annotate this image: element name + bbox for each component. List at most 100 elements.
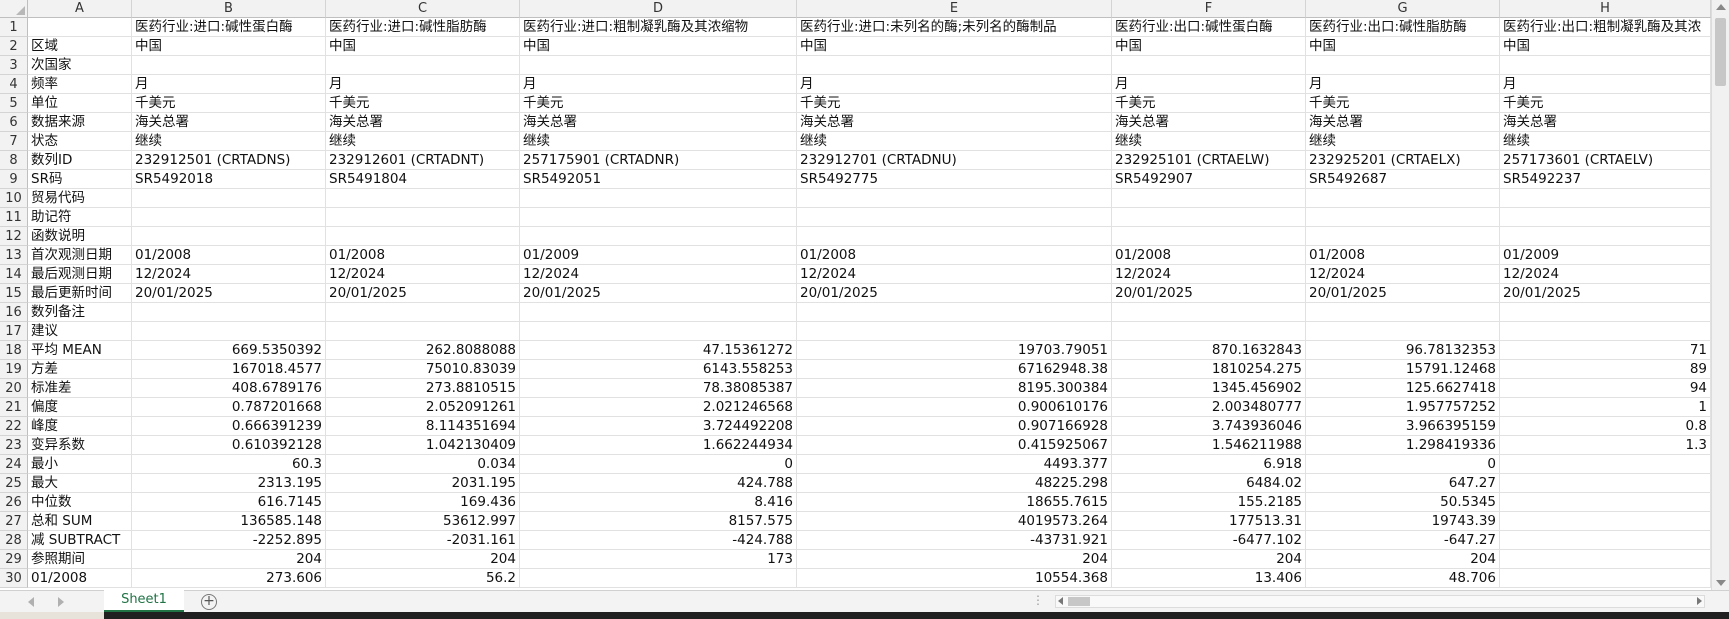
cell-h15[interactable]: 20/01/2025 [1500, 284, 1711, 303]
row-header[interactable]: 16 [0, 303, 28, 322]
cell-h29[interactable] [1500, 550, 1711, 569]
cell-b24[interactable]: 60.3 [132, 455, 326, 474]
row-header[interactable]: 6 [0, 113, 28, 132]
sheet-tab-sheet1[interactable]: Sheet1 [104, 590, 184, 612]
cell-e21[interactable]: 0.900610176 [797, 398, 1112, 417]
scroll-up-icon[interactable] [1716, 4, 1726, 10]
sheet-next-icon[interactable] [58, 597, 64, 607]
row-header[interactable]: 5 [0, 94, 28, 113]
cell-a2[interactable]: 区域 [28, 37, 132, 56]
cell-f10[interactable] [1112, 189, 1306, 208]
cell-e25[interactable]: 48225.298 [797, 474, 1112, 493]
cell-a11[interactable]: 助记符 [28, 208, 132, 227]
cell-b27[interactable]: 136585.148 [132, 512, 326, 531]
cell-f14[interactable]: 12/2024 [1112, 265, 1306, 284]
cell-a5[interactable]: 单位 [28, 94, 132, 113]
cell-f25[interactable]: 6484.02 [1112, 474, 1306, 493]
cell-b25[interactable]: 2313.195 [132, 474, 326, 493]
cell-d26[interactable]: 8.416 [520, 493, 797, 512]
cell-f19[interactable]: 1810254.275 [1112, 360, 1306, 379]
cell-b8[interactable]: 232912501 (CRTADNS) [132, 151, 326, 170]
cell-a23[interactable]: 变异系数 [28, 436, 132, 455]
cell-a4[interactable]: 频率 [28, 75, 132, 94]
cell-b21[interactable]: 0.787201668 [132, 398, 326, 417]
cell-g19[interactable]: 15791.12468 [1306, 360, 1500, 379]
cell-b2[interactable]: 中国 [132, 37, 326, 56]
cell-h30[interactable] [1500, 569, 1711, 588]
cell-f8[interactable]: 232925101 (CRTAELW) [1112, 151, 1306, 170]
cell-c16[interactable] [326, 303, 520, 322]
cell-g18[interactable]: 96.78132353 [1306, 341, 1500, 360]
cell-c30[interactable]: 56.2 [326, 569, 520, 588]
cell-f1[interactable]: 医药行业:出口:碱性蛋白酶 [1112, 18, 1306, 37]
cell-g16[interactable] [1306, 303, 1500, 322]
cell-a16[interactable]: 数列备注 [28, 303, 132, 322]
cell-b26[interactable]: 616.7145 [132, 493, 326, 512]
cell-b11[interactable] [132, 208, 326, 227]
cell-b4[interactable]: 月 [132, 75, 326, 94]
cell-a1[interactable] [28, 18, 132, 37]
row-header[interactable]: 11 [0, 208, 28, 227]
cell-b19[interactable]: 167018.4577 [132, 360, 326, 379]
cell-c17[interactable] [326, 322, 520, 341]
cell-b1[interactable]: 医药行业:进口:碱性蛋白酶 [132, 18, 326, 37]
cell-e29[interactable]: 204 [797, 550, 1112, 569]
row-header[interactable]: 17 [0, 322, 28, 341]
cell-c14[interactable]: 12/2024 [326, 265, 520, 284]
cell-e7[interactable]: 继续 [797, 132, 1112, 151]
cell-c29[interactable]: 204 [326, 550, 520, 569]
cell-g25[interactable]: 647.27 [1306, 474, 1500, 493]
cell-g14[interactable]: 12/2024 [1306, 265, 1500, 284]
cell-c8[interactable]: 232912601 (CRTADNT) [326, 151, 520, 170]
cell-c5[interactable]: 千美元 [326, 94, 520, 113]
cell-d7[interactable]: 继续 [520, 132, 797, 151]
cell-c23[interactable]: 1.042130409 [326, 436, 520, 455]
cell-b17[interactable] [132, 322, 326, 341]
cell-c18[interactable]: 262.8088088 [326, 341, 520, 360]
row-header[interactable]: 12 [0, 227, 28, 246]
cell-f23[interactable]: 1.546211988 [1112, 436, 1306, 455]
scroll-down-icon[interactable] [1716, 580, 1726, 586]
cell-d1[interactable]: 医药行业:进口:粗制凝乳酶及其浓缩物 [520, 18, 797, 37]
cell-h10[interactable] [1500, 189, 1711, 208]
cell-b18[interactable]: 669.5350392 [132, 341, 326, 360]
cell-f5[interactable]: 千美元 [1112, 94, 1306, 113]
cell-e16[interactable] [797, 303, 1112, 322]
cell-a12[interactable]: 函数说明 [28, 227, 132, 246]
cell-f7[interactable]: 继续 [1112, 132, 1306, 151]
cell-g11[interactable] [1306, 208, 1500, 227]
cell-d8[interactable]: 257175901 (CRTADNR) [520, 151, 797, 170]
cell-h27[interactable] [1500, 512, 1711, 531]
cell-e11[interactable] [797, 208, 1112, 227]
row-header[interactable]: 2 [0, 37, 28, 56]
cell-e17[interactable] [797, 322, 1112, 341]
row-header[interactable]: 26 [0, 493, 28, 512]
cell-g26[interactable]: 50.5345 [1306, 493, 1500, 512]
row-header[interactable]: 21 [0, 398, 28, 417]
cell-a24[interactable]: 最小 [28, 455, 132, 474]
row-header[interactable]: 9 [0, 170, 28, 189]
cell-d11[interactable] [520, 208, 797, 227]
cell-d23[interactable]: 1.662244934 [520, 436, 797, 455]
cell-c7[interactable]: 继续 [326, 132, 520, 151]
cell-e10[interactable] [797, 189, 1112, 208]
cell-e28[interactable]: -43731.921 [797, 531, 1112, 550]
cell-d18[interactable]: 47.15361272 [520, 341, 797, 360]
cell-e12[interactable] [797, 227, 1112, 246]
cell-h25[interactable] [1500, 474, 1711, 493]
cell-e8[interactable]: 232912701 (CRTADNU) [797, 151, 1112, 170]
cell-d24[interactable]: 0 [520, 455, 797, 474]
cell-e22[interactable]: 0.907166928 [797, 417, 1112, 436]
column-header-c[interactable]: C [326, 0, 520, 18]
cell-b14[interactable]: 12/2024 [132, 265, 326, 284]
cell-a26[interactable]: 中位数 [28, 493, 132, 512]
cell-e1[interactable]: 医药行业:进口:未列名的酶;未列名的酶制品 [797, 18, 1112, 37]
cell-e27[interactable]: 4019573.264 [797, 512, 1112, 531]
cell-d22[interactable]: 3.724492208 [520, 417, 797, 436]
cell-d15[interactable]: 20/01/2025 [520, 284, 797, 303]
cell-a3[interactable]: 次国家 [28, 56, 132, 75]
cell-f28[interactable]: -6477.102 [1112, 531, 1306, 550]
cell-a29[interactable]: 参照期间 [28, 550, 132, 569]
row-header[interactable]: 25 [0, 474, 28, 493]
vertical-scrollbar[interactable] [1711, 0, 1729, 590]
